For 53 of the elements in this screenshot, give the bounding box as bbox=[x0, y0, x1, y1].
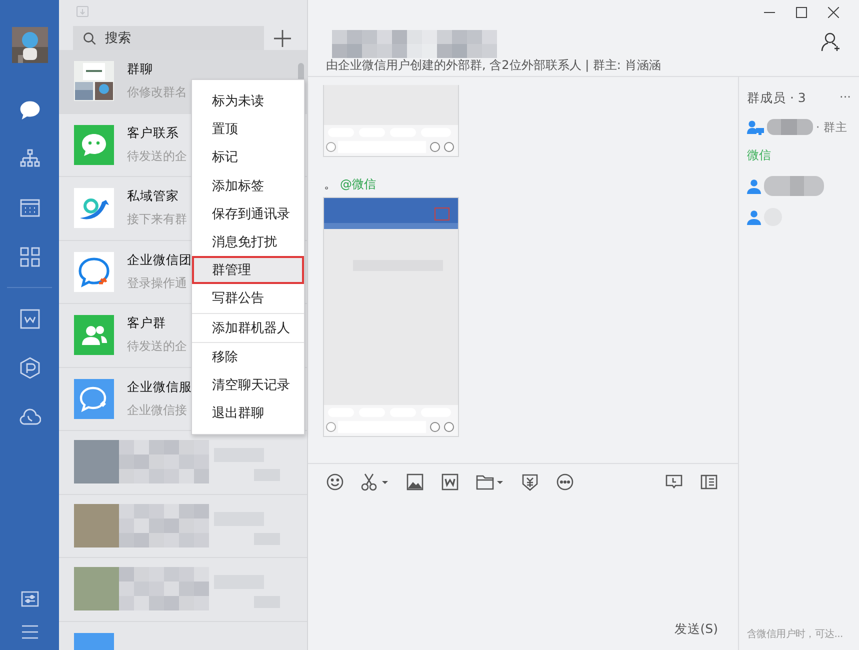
history-icon[interactable] bbox=[665, 473, 683, 491]
admin-user-icon bbox=[747, 120, 764, 134]
sidebar-panel-icon[interactable] bbox=[700, 473, 718, 491]
chat-preview: 接下来有群 bbox=[127, 211, 187, 228]
add-icon[interactable] bbox=[274, 30, 291, 46]
screenshot-scissors-icon[interactable] bbox=[361, 473, 389, 491]
chat-name: 客户联系 bbox=[127, 124, 180, 142]
chat-name: 客户群 bbox=[127, 315, 167, 332]
menu-item[interactable]: 清空聊天记录 bbox=[192, 370, 304, 400]
chat-name: 群聊 bbox=[127, 61, 154, 78]
more-icon[interactable] bbox=[556, 473, 574, 491]
avatar-icon bbox=[74, 124, 114, 165]
user-icon bbox=[747, 178, 761, 194]
image-icon[interactable] bbox=[406, 473, 424, 491]
close-icon[interactable] bbox=[828, 7, 839, 18]
chat-name: 私域管家 bbox=[127, 188, 180, 206]
message-text: 。 bbox=[324, 176, 336, 193]
avatar-icon bbox=[74, 315, 114, 356]
add-member-icon[interactable] bbox=[821, 32, 841, 52]
avatar-icon bbox=[74, 61, 114, 102]
menu-item[interactable]: 群管理 bbox=[192, 256, 304, 284]
menu-item[interactable]: 标记 bbox=[192, 143, 304, 172]
menu-item[interactable]: 保存到通讯录 bbox=[192, 200, 304, 228]
more-button[interactable]: ··· bbox=[840, 90, 851, 107]
blurred-name-drawing bbox=[764, 176, 824, 196]
avatar-icon bbox=[74, 252, 114, 292]
chat-preview: 你修改群名 bbox=[127, 84, 187, 102]
chat-preview: 企业微信接 bbox=[127, 402, 188, 419]
maximize-icon[interactable] bbox=[796, 7, 807, 18]
chat-preview: 待发送的企 bbox=[127, 148, 187, 165]
avatar-icon bbox=[74, 188, 114, 228]
folder-icon[interactable] bbox=[476, 473, 504, 491]
section-label: 微信 bbox=[747, 147, 772, 164]
document-icon[interactable] bbox=[441, 473, 459, 491]
chat-preview: 登录操作通 bbox=[127, 274, 188, 292]
owner-tag: · 群主 bbox=[816, 120, 848, 134]
blurred-name-drawing bbox=[767, 119, 813, 135]
menu-item[interactable]: 退出群聊 bbox=[192, 399, 304, 428]
menu-item[interactable]: 添加群机器人 bbox=[192, 314, 304, 342]
send-button[interactable]: 发送(S) bbox=[674, 621, 718, 638]
search-field[interactable]: 搜索 bbox=[73, 26, 264, 50]
emoji-icon[interactable] bbox=[326, 473, 344, 491]
avatar-icon bbox=[74, 378, 114, 419]
members-title: 群成员 · 3 bbox=[747, 90, 806, 107]
payment-shield-icon[interactable] bbox=[521, 473, 539, 491]
chat-preview: 待发送的企 bbox=[127, 338, 187, 356]
members-hint: 含微信用户时，可达... bbox=[747, 628, 844, 641]
user-icon bbox=[747, 210, 761, 224]
chat-name: 企业微信团 bbox=[127, 252, 192, 269]
menu-item[interactable]: 置顶 bbox=[192, 115, 304, 144]
menu-item[interactable]: 标为未读 bbox=[192, 87, 304, 116]
chat-name: 企业微信服 bbox=[127, 378, 192, 396]
group-description: 由企业微信用户创建的外部群, 含2位外部联系人 | 群主: 肖涵涵 bbox=[326, 57, 662, 74]
